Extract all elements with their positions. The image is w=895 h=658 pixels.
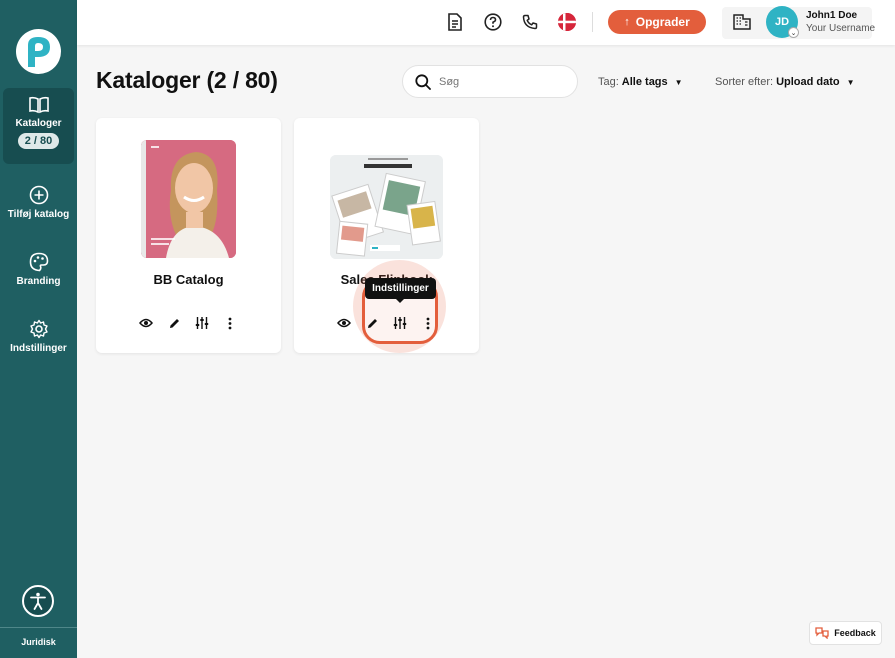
sidebar-item-kataloger[interactable]: Kataloger 2 / 80 [3,88,74,164]
user-name: John1 Doe [806,10,858,21]
catalog-title: BB Catalog [153,272,224,287]
book-icon [28,96,49,114]
sidebar-item-add-catalog[interactable]: Tilføj katalog [3,185,74,225]
accessibility-icon [30,592,46,610]
accessibility-button[interactable] [22,585,54,617]
pencil-icon[interactable] [365,316,379,330]
sliders-icon[interactable] [393,316,407,330]
caret-down-icon: ▼ [674,77,683,87]
pencil-icon[interactable] [167,316,181,330]
user-username: Your Username [806,23,876,34]
eye-icon[interactable] [337,316,351,330]
catalog-card[interactable]: BB Catalog [96,118,281,353]
catalog-thumbnail[interactable] [330,155,443,259]
document-icon[interactable] [445,12,465,32]
sidebar-item-branding[interactable]: Branding [3,252,74,292]
tag-filter-dropdown[interactable]: Tag: Alle tags ▼ [598,76,683,88]
sidebar-divider [0,627,77,628]
header-divider [592,12,593,32]
sidebar-item-label: Kataloger [15,118,62,129]
palette-icon [29,252,48,272]
caret-down-icon: ▼ [846,77,855,87]
phone-icon[interactable] [520,12,540,32]
catalog-actions [337,316,435,330]
top-header: ↑ Opgrader JD ⌄ John1 Doe Your Username [77,0,895,45]
plus-circle-icon [29,185,48,205]
arrow-up-icon: ↑ [624,16,630,28]
search-input[interactable] [439,75,569,88]
catalog-count-badge: 2 / 80 [17,133,60,149]
more-vertical-icon[interactable] [421,316,435,330]
app-logo[interactable] [16,29,61,74]
language-flag-icon[interactable] [558,13,576,31]
search-box[interactable] [402,65,578,98]
chevron-down-icon[interactable]: ⌄ [788,27,799,38]
sidebar-item-label: Indstillinger [10,343,67,354]
legal-link[interactable]: Juridisk [0,637,77,647]
search-icon [415,73,431,90]
catalog-thumbnail[interactable] [141,140,236,258]
building-icon[interactable] [732,12,752,32]
feedback-button[interactable]: Feedback [809,621,882,645]
upgrade-button[interactable]: ↑ Opgrader [608,10,706,34]
sort-dropdown[interactable]: Sorter efter: Upload dato ▼ [715,76,855,88]
sidebar-item-label: Branding [16,276,61,287]
catalog-actions [139,316,237,330]
settings-tooltip: Indstillinger [365,278,436,303]
sidebar: Kataloger 2 / 80 Tilføj katalog Branding… [0,0,77,658]
sidebar-item-label: Tilføj katalog [7,209,70,220]
sliders-icon[interactable] [195,316,209,330]
gear-icon [29,319,48,339]
catalog-card[interactable]: Sales Flipbook Indstillinger [294,118,479,353]
more-vertical-icon[interactable] [223,316,237,330]
page-title: Kataloger (2 / 80) [96,67,278,93]
help-icon[interactable] [483,12,503,32]
sidebar-item-settings[interactable]: Indstillinger [3,319,74,359]
feedback-icon [815,627,829,639]
eye-icon[interactable] [139,316,153,330]
